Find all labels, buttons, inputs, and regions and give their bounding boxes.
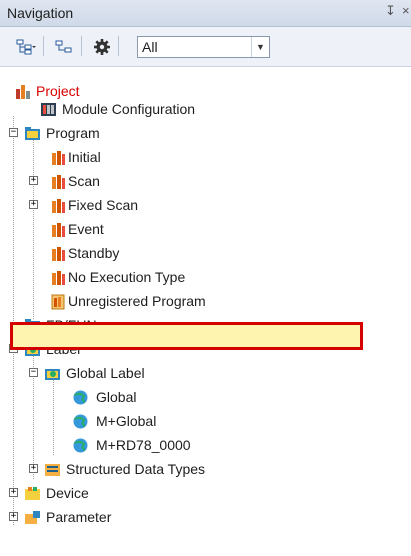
expand-icon[interactable]: + bbox=[29, 176, 38, 185]
parameter-icon bbox=[25, 511, 40, 524]
program-file-icon bbox=[52, 199, 65, 213]
toolbar-separator bbox=[118, 36, 119, 56]
tree-item-label: Device bbox=[46, 485, 89, 501]
close-icon[interactable]: × bbox=[402, 3, 410, 18]
tree-item-label: Module Configuration bbox=[62, 101, 196, 117]
program-folder-icon bbox=[25, 127, 40, 140]
program-file-icon bbox=[52, 271, 65, 285]
program-file-icon bbox=[52, 151, 65, 165]
tree-item-global-label[interactable]: − Global Label bbox=[0, 362, 411, 386]
program-file-icon bbox=[52, 247, 65, 261]
tree-item-module-configuration[interactable]: Module Configuration bbox=[0, 98, 411, 122]
collapse-tree-button[interactable] bbox=[51, 35, 77, 59]
tree-item-label: Global bbox=[96, 389, 137, 405]
globe-icon bbox=[73, 390, 88, 405]
module-configuration-icon bbox=[41, 103, 56, 116]
tree-item-m-global[interactable]: M+Global bbox=[0, 410, 411, 434]
panel-titlebar: Navigation ↧ × bbox=[0, 0, 411, 27]
tree-view-button[interactable] bbox=[13, 35, 39, 59]
tree-item-label: M+Global bbox=[96, 413, 157, 429]
tree-item-label: Global Label bbox=[66, 365, 145, 381]
program-file-icon bbox=[52, 175, 65, 189]
tree-item-event[interactable]: Event bbox=[0, 218, 411, 242]
program-file-icon bbox=[52, 223, 65, 237]
tree-item-initial[interactable]: Initial bbox=[0, 146, 411, 170]
tree-item-structured-data-types[interactable]: + Structured Data Types bbox=[0, 458, 411, 482]
settings-button[interactable] bbox=[89, 35, 115, 59]
toolbar-separator bbox=[81, 36, 82, 56]
collapse-icon[interactable]: − bbox=[29, 368, 38, 377]
expand-icon[interactable]: + bbox=[29, 200, 38, 209]
tree-item-label: Structured Data Types bbox=[66, 461, 206, 477]
expand-icon[interactable]: + bbox=[9, 512, 18, 521]
tree-item-label: Event bbox=[68, 221, 104, 237]
tree-item-standby[interactable]: Standby bbox=[0, 242, 411, 266]
expand-icon[interactable]: + bbox=[9, 488, 18, 497]
toolbar-separator bbox=[43, 36, 44, 56]
tree-item-global[interactable]: Global bbox=[0, 386, 411, 410]
tree-item-label: Fixed Scan bbox=[68, 197, 139, 213]
global-label-icon bbox=[45, 369, 60, 380]
collapse-icon[interactable]: − bbox=[9, 128, 18, 137]
tree-item-label: Unregistered Program bbox=[68, 293, 206, 309]
tree-item-fixed-scan[interactable]: + Fixed Scan bbox=[0, 194, 411, 218]
filter-dropdown[interactable]: All ▼ bbox=[137, 36, 270, 58]
tree-item-no-execution-type[interactable]: No Execution Type bbox=[0, 266, 411, 290]
structured-data-icon bbox=[45, 464, 60, 476]
tree-item-label: No Execution Type bbox=[68, 269, 186, 285]
unregistered-program-icon bbox=[51, 294, 65, 310]
project-tree: Project Module Configuration − Program I… bbox=[0, 70, 411, 556]
tree-item-label: M+RD78_0000 bbox=[96, 437, 191, 453]
chevron-down-icon[interactable]: ▼ bbox=[251, 37, 269, 57]
tree-item-label: Scan bbox=[68, 173, 100, 189]
tree-item-parameter[interactable]: + Parameter bbox=[0, 506, 411, 530]
globe-icon bbox=[73, 414, 88, 429]
pin-icon[interactable]: ↧ bbox=[385, 3, 396, 19]
navigation-toolbar: All ▼ bbox=[0, 27, 411, 67]
tree-item-scan[interactable]: + Scan bbox=[0, 170, 411, 194]
tree-item-label: Initial bbox=[68, 149, 101, 165]
expand-icon[interactable]: + bbox=[29, 464, 38, 473]
tree-view-icon bbox=[16, 39, 36, 55]
navigation-panel: Navigation ↧ × All ▼ Project Module Conf… bbox=[0, 0, 411, 556]
globe-icon bbox=[73, 438, 88, 453]
gear-icon bbox=[94, 39, 110, 55]
tree-item-label: Parameter bbox=[46, 509, 112, 525]
panel-title: Navigation bbox=[7, 5, 74, 21]
device-icon bbox=[25, 487, 40, 500]
tree-item-device[interactable]: + Device bbox=[0, 482, 411, 506]
tree-item-label: Project bbox=[36, 83, 80, 99]
filter-value: All bbox=[142, 39, 158, 55]
highlight-box bbox=[10, 322, 363, 350]
tree-item-m-rd78[interactable]: M+RD78_0000 bbox=[0, 434, 411, 458]
collapse-tree-icon bbox=[55, 40, 72, 53]
tree-item-program[interactable]: − Program bbox=[0, 122, 411, 146]
tree-item-label: Standby bbox=[68, 245, 120, 261]
tree-item-label: Program bbox=[46, 125, 100, 141]
tree-item-unregistered-program[interactable]: Unregistered Program bbox=[0, 290, 411, 314]
